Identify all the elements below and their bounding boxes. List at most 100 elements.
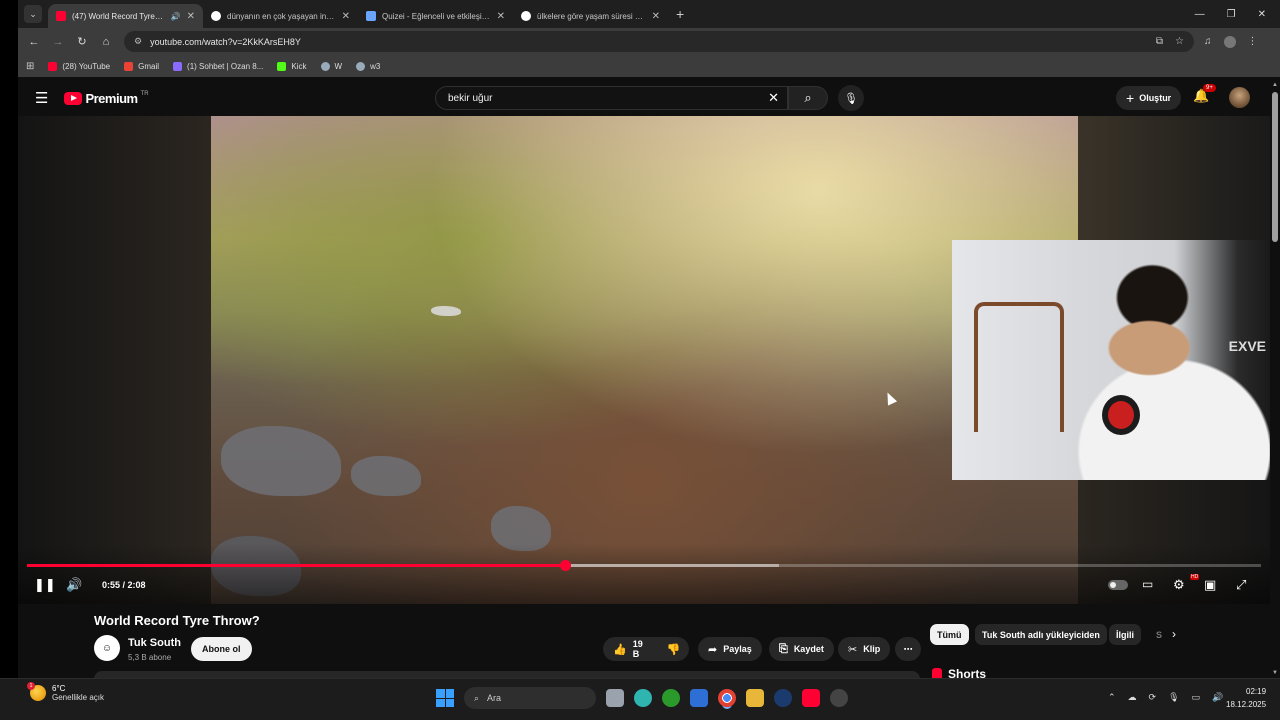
bookmark-kick[interactable]: Kick — [277, 61, 307, 71]
xbox-icon[interactable] — [662, 689, 680, 707]
more-actions-button[interactable]: ⋯ — [895, 637, 921, 661]
restore-icon[interactable]: ❐ — [1227, 9, 1236, 20]
chip-all[interactable]: Tümü — [930, 624, 969, 645]
minimize-icon[interactable]: — — [1195, 9, 1205, 20]
clip-button[interactable]: ✂ Klip — [838, 637, 891, 661]
chip-from-uploader[interactable]: Tuk South adlı yükleyiciden — [975, 624, 1107, 645]
create-button[interactable]: + Oluştur — [1116, 86, 1182, 110]
back-icon[interactable]: ← — [22, 36, 46, 48]
thumbs-up-icon[interactable]: 👍 — [613, 643, 627, 656]
steam-icon[interactable] — [774, 689, 792, 707]
close-window-icon[interactable]: ✕ — [1258, 9, 1266, 20]
cloud-icon[interactable]: ☁ — [1128, 692, 1137, 703]
speaker-icon[interactable]: 🔊 — [1212, 692, 1223, 703]
new-tab-icon[interactable]: + — [676, 6, 684, 22]
bookmark-label: (28) YouTube — [62, 61, 111, 71]
clock[interactable]: 02:19 18.12.2025 — [1226, 685, 1266, 711]
tab-quizei[interactable]: Quizei - Eğlenceli ve etkileşimli ✕ — [358, 4, 513, 28]
display-icon[interactable]: ▭ — [1192, 692, 1201, 703]
create-label: Oluştur — [1139, 93, 1172, 103]
bookmarks-bar: ⊞ (28) YouTube Gmail (1) Sohbet | Ozan 8… — [18, 55, 1280, 77]
chevron-right-icon[interactable]: › — [1172, 627, 1176, 641]
taskbar-search[interactable]: ⌕ Ara — [464, 687, 596, 709]
close-tab-icon[interactable]: ✕ — [342, 11, 350, 22]
sync-icon[interactable]: ⟳ — [1149, 692, 1157, 703]
chevron-up-icon[interactable]: ⌃ — [1108, 692, 1116, 703]
volume-icon[interactable]: 🔊 — [66, 577, 82, 593]
youtube-icon — [48, 61, 58, 71]
scroll-up-icon[interactable]: ▲ — [1272, 82, 1278, 88]
tab-youtube-video[interactable]: (47) World Record Tyre Thro 🔊 ✕ — [48, 4, 203, 28]
clear-search-icon[interactable]: ✕ — [768, 90, 779, 106]
microphone-icon[interactable]: 🎙 — [1168, 692, 1179, 703]
profile-avatar[interactable] — [1223, 35, 1236, 48]
media-controls-icon[interactable]: ♫ — [1204, 36, 1212, 47]
channel-name[interactable]: Tuk South — [128, 637, 181, 649]
chatgpt-icon[interactable] — [830, 689, 848, 707]
video-player[interactable]: EXVE ❚❚ 🔊 0:55 / 2:08 ▭ ⚙ HD ▣ ⤢ — [18, 116, 1270, 604]
subscribe-button[interactable]: Abone ol — [191, 637, 252, 661]
weather-widget[interactable]: 1 6°C Genellikle açık — [27, 682, 105, 702]
save-button[interactable]: ⎘ Kaydet — [769, 637, 834, 661]
fullscreen-icon[interactable]: ⤢ — [1236, 577, 1246, 593]
search-input[interactable]: bekir uğur ✕ — [435, 86, 788, 110]
progress-bar[interactable] — [27, 560, 1261, 571]
theater-mode-icon[interactable]: ▣ — [1204, 577, 1216, 593]
reload-icon[interactable]: ↻ — [70, 35, 94, 48]
plus-icon: + — [1126, 90, 1135, 106]
search-button[interactable]: ⌕ — [788, 86, 828, 110]
pause-icon[interactable]: ❚❚ — [34, 577, 56, 593]
channel-avatar[interactable]: ☺ — [94, 635, 120, 661]
youtube-app-icon[interactable] — [802, 689, 820, 707]
outlook-icon[interactable] — [690, 689, 708, 707]
speaker-icon[interactable]: 🔊 — [171, 12, 181, 21]
tab-search-icon[interactable]: ⌄ — [24, 5, 42, 23]
tab-google-search-2[interactable]: ülkelere göre yaşam süresi 2025 ✕ — [513, 4, 668, 28]
description-box[interactable] — [94, 671, 920, 678]
close-tab-icon[interactable]: ✕ — [497, 11, 505, 22]
chip-more[interactable]: S — [1149, 624, 1169, 645]
page-scrollbar[interactable]: ▲ ▼ — [1270, 80, 1280, 678]
folder-icon[interactable] — [746, 689, 764, 707]
autoplay-toggle[interactable] — [1108, 580, 1128, 590]
close-tab-icon[interactable]: ✕ — [652, 11, 660, 22]
bookmark-youtube[interactable]: (28) YouTube — [48, 61, 111, 71]
chrome-icon[interactable] — [718, 689, 736, 707]
settings-gear-icon[interactable]: ⚙ — [1173, 577, 1185, 593]
install-app-icon[interactable]: ⧉ — [1156, 36, 1163, 47]
apps-grid-icon[interactable]: ⊞ — [26, 61, 34, 72]
hamburger-menu-icon[interactable]: ☰ — [35, 89, 48, 107]
weather-condition: Genellikle açık — [52, 693, 105, 702]
chip-related[interactable]: İlgili — [1109, 624, 1141, 645]
tab-google-search-1[interactable]: dünyanın en çok yaşayan insanı ✕ — [203, 4, 358, 28]
scrollbar-thumb[interactable] — [1272, 92, 1278, 242]
date: 18.12.2025 — [1226, 700, 1267, 709]
scrubber-handle[interactable] — [560, 560, 572, 571]
more-menu-icon[interactable]: ⋮ — [1248, 36, 1258, 47]
bookmark-star-icon[interactable]: ☆ — [1175, 36, 1184, 47]
close-tab-icon[interactable]: ✕ — [187, 11, 195, 22]
start-button-icon[interactable] — [436, 689, 454, 707]
bookmark-w3[interactable]: w3 — [356, 61, 380, 71]
home-icon[interactable]: ⌂ — [94, 36, 118, 48]
notifications-button[interactable]: 🔔 9+ — [1193, 84, 1216, 104]
edge-icon[interactable] — [634, 689, 652, 707]
like-count[interactable]: 19 B — [633, 639, 643, 659]
voice-search-button[interactable]: 🎙 — [838, 85, 864, 111]
forward-icon[interactable]: → — [46, 36, 70, 48]
site-info-icon[interactable]: ⚙ — [134, 36, 142, 47]
share-button[interactable]: ➦ Paylaş — [698, 637, 762, 661]
like-dislike-group: 👍 19 B 👎 — [603, 637, 689, 661]
file-explorer-icon[interactable] — [606, 689, 624, 707]
bookmark-gmail[interactable]: Gmail — [124, 61, 159, 71]
account-avatar[interactable] — [1229, 87, 1250, 108]
subtitles-icon[interactable]: ▭ — [1142, 577, 1153, 591]
video-frame-mountain-trail[interactable] — [211, 116, 1078, 604]
bookmark-sohbet[interactable]: (1) Sohbet | Ozan 8... — [173, 61, 263, 71]
scroll-down-icon[interactable]: ▼ — [1272, 670, 1278, 676]
youtube-logo[interactable]: Premium TR — [64, 91, 149, 106]
bookmark-w[interactable]: W — [320, 61, 342, 71]
hd-badge: HD — [1190, 574, 1200, 580]
address-bar[interactable]: ⚙ youtube.com/watch?v=2KkKArsEH8Y ⧉ ☆ — [124, 31, 1194, 52]
thumbs-down-icon[interactable]: 👎 — [667, 643, 681, 656]
